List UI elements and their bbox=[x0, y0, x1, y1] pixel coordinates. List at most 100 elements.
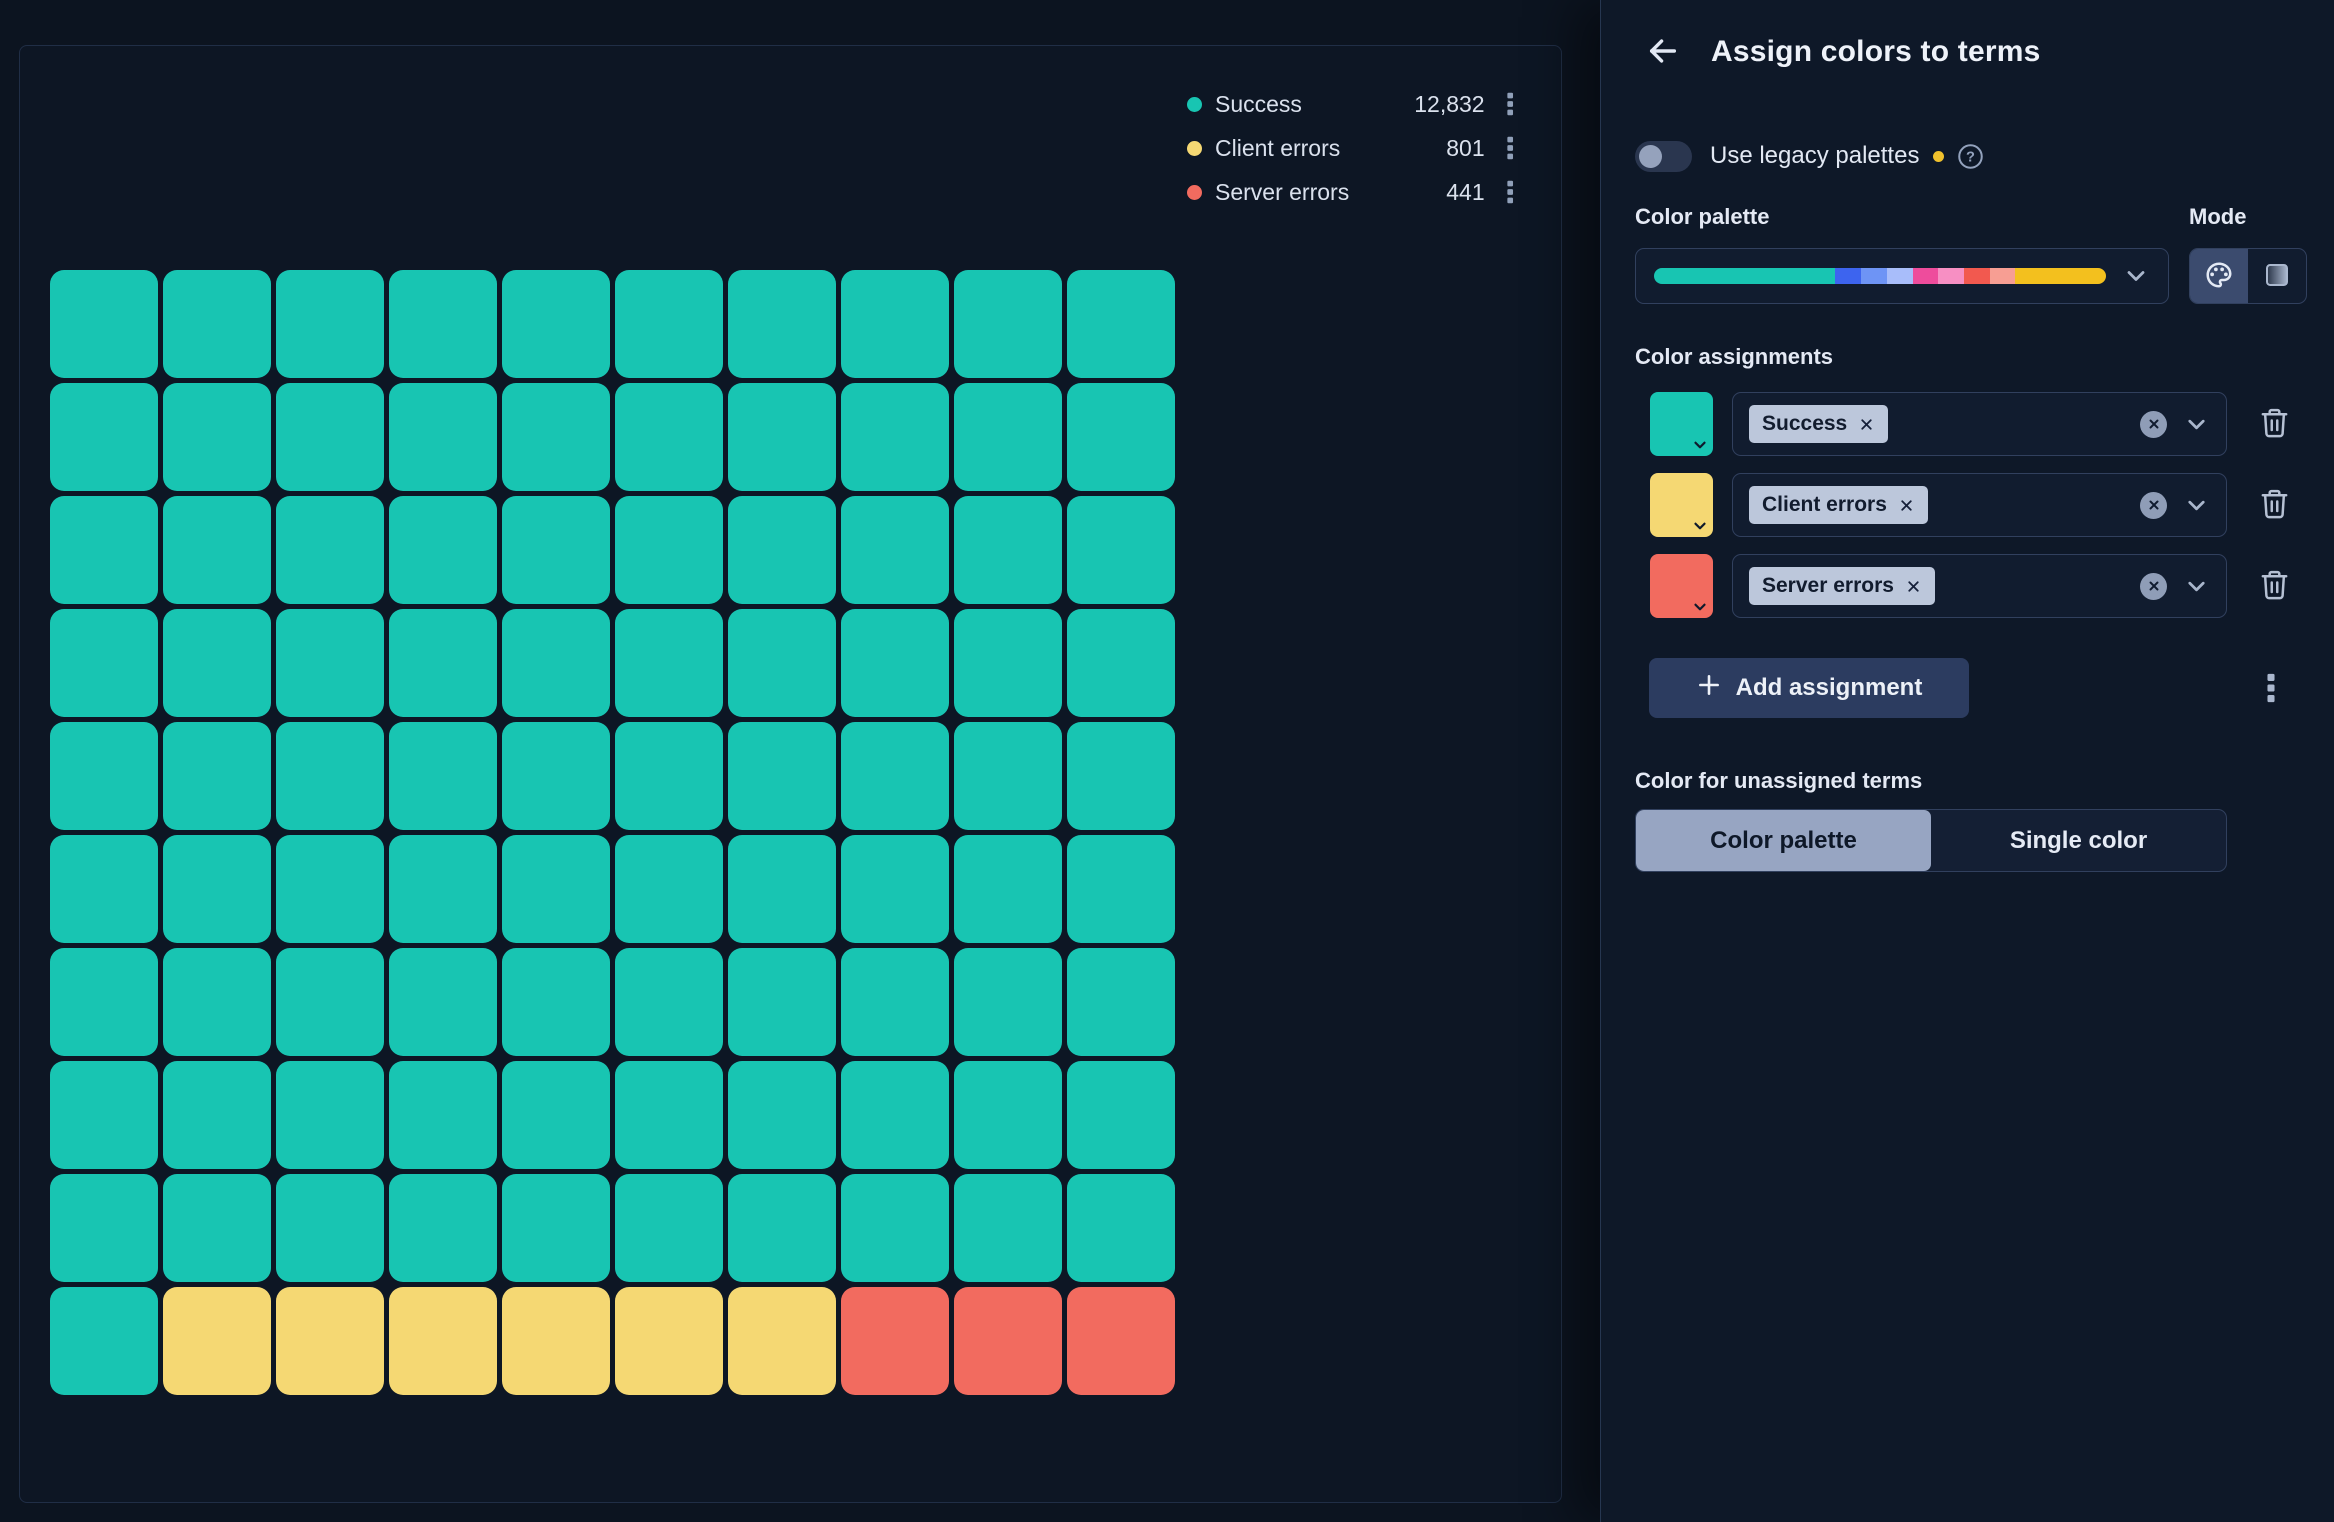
waffle-cell[interactable] bbox=[276, 609, 384, 717]
waffle-cell[interactable] bbox=[502, 948, 610, 1056]
color-swatch-button[interactable] bbox=[1650, 554, 1713, 618]
waffle-cell[interactable] bbox=[728, 270, 836, 378]
waffle-cell[interactable] bbox=[728, 835, 836, 943]
waffle-cell[interactable] bbox=[50, 609, 158, 717]
waffle-cell[interactable] bbox=[163, 722, 271, 830]
waffle-cell[interactable] bbox=[615, 609, 723, 717]
waffle-cell[interactable] bbox=[276, 1061, 384, 1169]
waffle-cell[interactable] bbox=[1067, 722, 1175, 830]
help-icon[interactable]: ? bbox=[1957, 143, 1984, 170]
waffle-cell[interactable] bbox=[615, 383, 723, 491]
waffle-cell[interactable] bbox=[954, 1287, 1062, 1395]
waffle-cell[interactable] bbox=[389, 1287, 497, 1395]
segment-single-color[interactable]: Single color bbox=[1931, 810, 2226, 871]
legend-item[interactable]: Client errors801 bbox=[1187, 126, 1517, 170]
pill-remove-icon[interactable] bbox=[1898, 497, 1915, 514]
waffle-cell[interactable] bbox=[163, 270, 271, 378]
waffle-cell[interactable] bbox=[502, 1287, 610, 1395]
legacy-palettes-toggle[interactable] bbox=[1635, 141, 1692, 172]
waffle-cell[interactable] bbox=[1067, 1287, 1175, 1395]
waffle-cell[interactable] bbox=[389, 383, 497, 491]
waffle-cell[interactable] bbox=[841, 1061, 949, 1169]
waffle-cell[interactable] bbox=[50, 270, 158, 378]
combobox-chevron-icon[interactable] bbox=[2183, 492, 2210, 519]
delete-assignment-button[interactable] bbox=[2258, 487, 2291, 523]
waffle-cell[interactable] bbox=[954, 948, 1062, 1056]
waffle-cell[interactable] bbox=[163, 1287, 271, 1395]
waffle-cell[interactable] bbox=[841, 270, 949, 378]
waffle-cell[interactable] bbox=[615, 835, 723, 943]
waffle-cell[interactable] bbox=[841, 722, 949, 830]
waffle-cell[interactable] bbox=[50, 835, 158, 943]
waffle-cell[interactable] bbox=[615, 722, 723, 830]
delete-assignment-button[interactable] bbox=[2258, 406, 2291, 442]
segment-color-palette[interactable]: Color palette bbox=[1636, 810, 1931, 871]
waffle-cell[interactable] bbox=[1067, 948, 1175, 1056]
waffle-cell[interactable] bbox=[502, 835, 610, 943]
waffle-cell[interactable] bbox=[502, 1174, 610, 1282]
waffle-cell[interactable] bbox=[728, 948, 836, 1056]
waffle-cell[interactable] bbox=[1067, 270, 1175, 378]
waffle-cell[interactable] bbox=[50, 1287, 158, 1395]
combobox-clear-icon[interactable] bbox=[2140, 492, 2167, 519]
add-assignment-button[interactable]: Add assignment bbox=[1649, 658, 1969, 718]
waffle-cell[interactable] bbox=[954, 496, 1062, 604]
color-swatch-button[interactable] bbox=[1650, 392, 1713, 456]
waffle-cell[interactable] bbox=[728, 1061, 836, 1169]
waffle-cell[interactable] bbox=[615, 1061, 723, 1169]
waffle-cell[interactable] bbox=[1067, 383, 1175, 491]
waffle-cell[interactable] bbox=[1067, 1174, 1175, 1282]
waffle-cell[interactable] bbox=[841, 383, 949, 491]
waffle-cell[interactable] bbox=[163, 1174, 271, 1282]
pill-remove-icon[interactable] bbox=[1858, 416, 1875, 433]
waffle-cell[interactable] bbox=[502, 722, 610, 830]
waffle-cell[interactable] bbox=[276, 496, 384, 604]
waffle-cell[interactable] bbox=[50, 948, 158, 1056]
combobox-clear-icon[interactable] bbox=[2140, 573, 2167, 600]
waffle-cell[interactable] bbox=[728, 722, 836, 830]
waffle-cell[interactable] bbox=[502, 1061, 610, 1169]
waffle-cell[interactable] bbox=[1067, 1061, 1175, 1169]
waffle-cell[interactable] bbox=[615, 496, 723, 604]
legend-actions-icon[interactable] bbox=[1503, 136, 1517, 160]
mode-palette-button[interactable] bbox=[2190, 249, 2248, 303]
term-combobox[interactable]: Server errors bbox=[1732, 554, 2227, 618]
delete-assignment-button[interactable] bbox=[2258, 568, 2291, 604]
waffle-cell[interactable] bbox=[728, 383, 836, 491]
waffle-cell[interactable] bbox=[954, 835, 1062, 943]
waffle-cell[interactable] bbox=[615, 948, 723, 1056]
waffle-cell[interactable] bbox=[728, 1287, 836, 1395]
waffle-cell[interactable] bbox=[615, 1287, 723, 1395]
waffle-cell[interactable] bbox=[615, 270, 723, 378]
waffle-cell[interactable] bbox=[50, 722, 158, 830]
waffle-cell[interactable] bbox=[841, 609, 949, 717]
waffle-cell[interactable] bbox=[954, 609, 1062, 717]
back-button[interactable] bbox=[1641, 30, 1685, 74]
waffle-cell[interactable] bbox=[50, 383, 158, 491]
legend-actions-icon[interactable] bbox=[1503, 92, 1517, 116]
waffle-cell[interactable] bbox=[841, 1287, 949, 1395]
combobox-chevron-icon[interactable] bbox=[2183, 573, 2210, 600]
waffle-cell[interactable] bbox=[841, 835, 949, 943]
color-swatch-button[interactable] bbox=[1650, 473, 1713, 537]
waffle-cell[interactable] bbox=[389, 609, 497, 717]
waffle-cell[interactable] bbox=[276, 270, 384, 378]
legend-item[interactable]: Success12,832 bbox=[1187, 82, 1517, 126]
waffle-cell[interactable] bbox=[163, 383, 271, 491]
waffle-cell[interactable] bbox=[163, 835, 271, 943]
waffle-cell[interactable] bbox=[954, 722, 1062, 830]
waffle-cell[interactable] bbox=[502, 496, 610, 604]
waffle-cell[interactable] bbox=[954, 1174, 1062, 1282]
waffle-cell[interactable] bbox=[1067, 496, 1175, 604]
waffle-cell[interactable] bbox=[728, 1174, 836, 1282]
combobox-clear-icon[interactable] bbox=[2140, 411, 2167, 438]
waffle-cell[interactable] bbox=[50, 496, 158, 604]
waffle-cell[interactable] bbox=[50, 1174, 158, 1282]
waffle-cell[interactable] bbox=[389, 722, 497, 830]
waffle-cell[interactable] bbox=[728, 609, 836, 717]
waffle-cell[interactable] bbox=[1067, 609, 1175, 717]
waffle-cell[interactable] bbox=[841, 948, 949, 1056]
waffle-cell[interactable] bbox=[389, 835, 497, 943]
waffle-cell[interactable] bbox=[276, 722, 384, 830]
waffle-cell[interactable] bbox=[954, 270, 1062, 378]
